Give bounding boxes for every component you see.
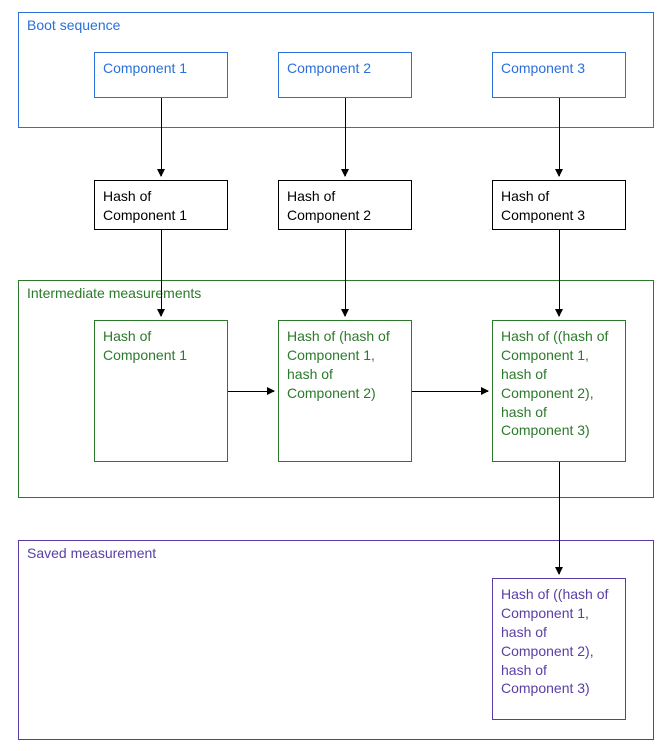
component-3-box: Component 3 bbox=[492, 52, 626, 98]
component-1-label: Component 1 bbox=[103, 60, 187, 76]
arrow-comp3-to-hash3 bbox=[559, 98, 560, 176]
arrow-int3-to-saved bbox=[559, 462, 560, 574]
intermediate-title: Intermediate measurements bbox=[27, 285, 201, 301]
hash-component-3-label: Hash of Component 3 bbox=[501, 188, 585, 223]
intermediate-3-label: Hash of ((hash of Component 1, hash of C… bbox=[501, 328, 608, 438]
intermediate-2-box: Hash of (hash of Component 1, hash of Co… bbox=[278, 320, 412, 462]
arrow-hash2-to-int2 bbox=[345, 230, 346, 316]
component-1-box: Component 1 bbox=[94, 52, 228, 98]
arrow-comp1-to-hash1 bbox=[161, 98, 162, 176]
arrow-int1-to-int2 bbox=[228, 391, 274, 392]
component-2-label: Component 2 bbox=[287, 60, 371, 76]
hash-component-1-box: Hash of Component 1 bbox=[94, 180, 228, 230]
intermediate-3-box: Hash of ((hash of Component 1, hash of C… bbox=[492, 320, 626, 462]
saved-title: Saved measurement bbox=[27, 545, 156, 561]
arrow-comp2-to-hash2 bbox=[345, 98, 346, 176]
saved-item-box: Hash of ((hash of Component 1, hash of C… bbox=[492, 578, 626, 720]
arrow-int2-to-int3 bbox=[412, 391, 488, 392]
intermediate-1-label: Hash of Component 1 bbox=[103, 328, 187, 363]
arrow-hash3-to-int3 bbox=[559, 230, 560, 316]
hash-component-2-label: Hash of Component 2 bbox=[287, 188, 371, 223]
arrow-hash1-to-int1 bbox=[161, 230, 162, 316]
boot-sequence-title: Boot sequence bbox=[27, 17, 120, 33]
saved-item-label: Hash of ((hash of Component 1, hash of C… bbox=[501, 586, 608, 696]
hash-component-3-box: Hash of Component 3 bbox=[492, 180, 626, 230]
hash-component-1-label: Hash of Component 1 bbox=[103, 188, 187, 223]
component-2-box: Component 2 bbox=[278, 52, 412, 98]
intermediate-1-box: Hash of Component 1 bbox=[94, 320, 228, 462]
intermediate-2-label: Hash of (hash of Component 1, hash of Co… bbox=[287, 328, 390, 401]
hash-component-2-box: Hash of Component 2 bbox=[278, 180, 412, 230]
component-3-label: Component 3 bbox=[501, 60, 585, 76]
